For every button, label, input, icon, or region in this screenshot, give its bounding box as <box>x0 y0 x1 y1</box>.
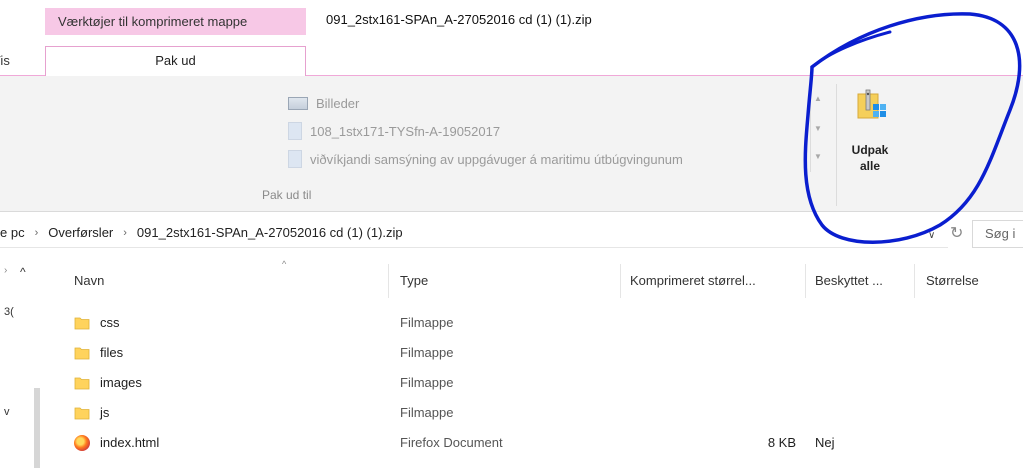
extract-all-button[interactable]: Udpak alle <box>842 84 898 184</box>
gallery-expand-icon[interactable]: ▼ <box>814 152 822 161</box>
document-icon <box>288 150 302 168</box>
column-header-protected[interactable]: Beskyttet ... <box>815 256 883 306</box>
window-title: 091_2stx161-SPAn_A-27052016 cd (1) (1).z… <box>326 12 592 27</box>
ribbon-panel: Billeder 108_1stx171-TYSfn-A-19052017 vi… <box>0 76 1023 212</box>
file-type: Filmappe <box>400 315 454 330</box>
file-compressed-size: 8 KB <box>767 435 796 450</box>
search-input[interactable]: Søg i <box>972 220 1023 248</box>
contextual-tab-group-label: Værktøjer til komprimeret mappe <box>45 8 306 35</box>
refresh-icon[interactable]: ↻ <box>950 219 964 249</box>
chevron-right-icon[interactable]: › <box>4 265 7 276</box>
file-row-index-html[interactable]: index.html Firefox Document 8 KB Nej <box>60 428 1023 458</box>
extract-all-label: Udpak alle <box>851 143 889 173</box>
column-header-type[interactable]: Type <box>400 256 428 306</box>
gallery-item-label: Billeder <box>316 95 360 111</box>
pictures-folder-icon <box>288 96 308 110</box>
gallery-item-document[interactable]: 108_1stx171-TYSfn-A-19052017 <box>288 120 500 142</box>
folder-icon <box>74 317 90 330</box>
file-row-files[interactable]: files Filmappe <box>60 338 1023 368</box>
file-name: files <box>100 345 124 360</box>
file-type: Filmappe <box>400 345 454 360</box>
ribbon-group-label: Pak ud til <box>262 188 312 202</box>
gallery-scrollbar[interactable]: ▲ ▼ ▼ <box>810 90 826 172</box>
folder-icon <box>74 407 90 420</box>
folder-icon <box>74 347 90 360</box>
file-row-js[interactable]: js Filmappe <box>60 398 1023 428</box>
chevron-right-icon[interactable]: › <box>123 227 127 239</box>
ribbon-group-divider <box>836 84 837 206</box>
file-type: Filmappe <box>400 405 454 420</box>
breadcrumb-item-pc[interactable]: e pc <box>0 225 25 240</box>
column-header-compressed-size[interactable]: Komprimeret størrel... <box>630 256 756 306</box>
file-protected: Nej <box>815 435 835 450</box>
gallery-item-label: viðvíkjandi samsýning av uppgávuger á ma… <box>310 151 683 167</box>
file-name: css <box>100 315 120 330</box>
file-row-css[interactable]: css Filmappe <box>60 308 1023 338</box>
gallery-item-document[interactable]: viðvíkjandi samsýning av uppgávuger á ma… <box>288 148 683 170</box>
tab-vis-label: Vis <box>0 53 10 68</box>
folder-icon <box>74 377 90 390</box>
tab-pak-ud[interactable]: Pak ud <box>45 46 306 76</box>
column-divider[interactable] <box>620 264 621 298</box>
nav-scrollbar-thumb[interactable] <box>34 388 40 468</box>
zip-extract-icon <box>857 89 886 119</box>
file-type: Filmappe <box>400 375 454 390</box>
nav-item-fragment[interactable]: v <box>4 406 10 418</box>
column-divider[interactable] <box>805 264 806 298</box>
file-list: ^ Navn Type Komprimeret størrel... Besky… <box>60 256 1023 473</box>
file-name: js <box>100 405 110 420</box>
search-placeholder: Søg i <box>985 226 1016 241</box>
firefox-document-icon <box>74 435 90 451</box>
scroll-up-icon[interactable]: ▲ <box>814 94 822 103</box>
gallery-item-billeder[interactable]: Billeder <box>288 92 359 114</box>
tab-pak-ud-label: Pak ud <box>155 53 196 68</box>
document-icon <box>288 122 302 140</box>
title-bar: Værktøjer til komprimeret mappe 091_2stx… <box>0 0 1023 46</box>
breadcrumb: e pc › Overførsler › 091_2stx161-SPAn_A-… <box>0 225 403 240</box>
address-bar: e pc › Overførsler › 091_2stx161-SPAn_A-… <box>0 216 1023 252</box>
navigation-pane: › ^ 3( v <box>0 256 46 473</box>
chevron-right-icon[interactable]: › <box>35 227 39 239</box>
scroll-down-icon[interactable]: ▼ <box>814 124 822 133</box>
tab-vis[interactable]: Vis <box>0 53 10 68</box>
column-header-name[interactable]: Navn <box>74 256 104 306</box>
file-name: index.html <box>100 435 160 450</box>
column-divider[interactable] <box>914 264 915 298</box>
address-history-chevron-icon[interactable]: ∨ <box>928 230 935 241</box>
file-type: Firefox Document <box>400 435 503 450</box>
sort-ascending-icon: ^ <box>282 259 287 269</box>
gallery-item-label: 108_1stx171-TYSfn-A-19052017 <box>310 123 501 139</box>
breadcrumb-item-zip[interactable]: 091_2stx161-SPAn_A-27052016 cd (1) (1).z… <box>137 225 403 240</box>
file-name: images <box>100 375 142 390</box>
extract-to-gallery: Billeder 108_1stx171-TYSfn-A-19052017 vi… <box>284 88 812 170</box>
nav-item-fragment[interactable]: 3( <box>4 306 14 318</box>
file-row-images[interactable]: images Filmappe <box>60 368 1023 398</box>
ribbon-tab-row: Vis Pak ud <box>0 46 1023 76</box>
breadcrumb-item-downloads[interactable]: Overførsler <box>48 225 113 240</box>
column-header-size[interactable]: Størrelse <box>926 256 979 306</box>
scroll-up-icon[interactable]: ^ <box>20 265 26 279</box>
column-divider[interactable] <box>388 264 389 298</box>
